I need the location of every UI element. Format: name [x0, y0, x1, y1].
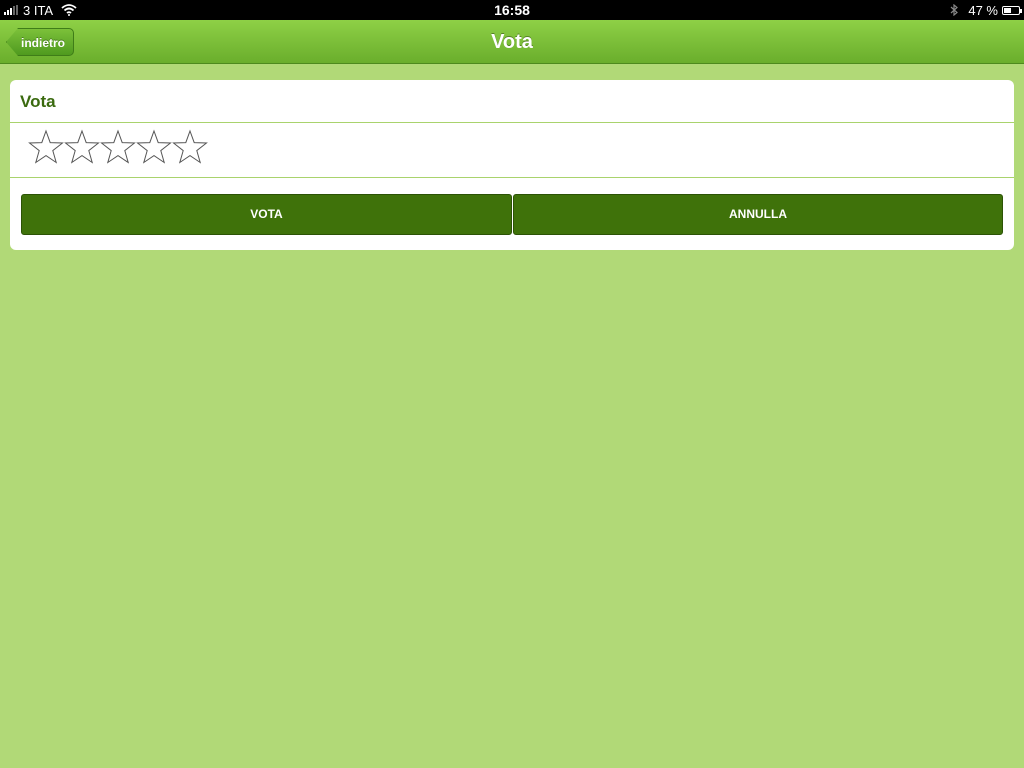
status-right: 47 %	[950, 0, 1022, 20]
star-icon-5[interactable]	[172, 129, 208, 165]
star-icon-2[interactable]	[64, 129, 100, 165]
star-icon-3[interactable]	[100, 129, 136, 165]
star-rating	[28, 129, 208, 169]
divider	[10, 177, 1014, 178]
battery-icon	[1002, 5, 1022, 15]
navigation-bar: Vota indietro	[0, 20, 1024, 64]
page-title: Vota	[491, 31, 533, 53]
bluetooth-icon	[950, 4, 959, 16]
status-time: 16:58	[494, 2, 530, 18]
vote-card: Vota VOTA ANNULLA	[10, 80, 1014, 250]
divider	[10, 122, 1014, 123]
battery-fill	[1004, 7, 1011, 13]
star-icon-4[interactable]	[136, 129, 172, 165]
star-icon-1[interactable]	[28, 129, 64, 165]
card-title: Vota	[20, 92, 56, 111]
battery-percent: 47 %	[968, 2, 998, 18]
cancel-button[interactable]: ANNULLA	[513, 194, 1003, 235]
back-button[interactable]: indietro	[6, 28, 74, 56]
vote-button[interactable]: VOTA	[21, 194, 512, 235]
status-bar: 3 ITA 16:58 47 %	[0, 0, 1024, 20]
